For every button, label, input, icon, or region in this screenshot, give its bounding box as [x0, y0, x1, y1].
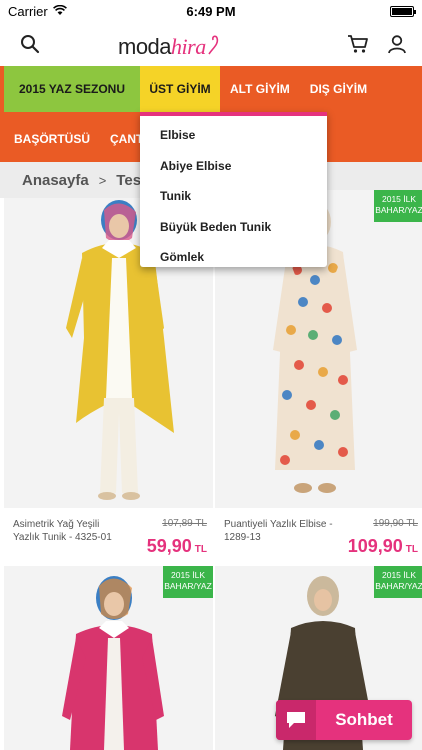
cart-icon[interactable]: [346, 32, 370, 56]
chat-button[interactable]: Sohbet: [276, 700, 412, 740]
product-name[interactable]: Puantiyeli Yazlık Elbise - 1289-13: [224, 518, 334, 544]
app-header: moda hira: [0, 22, 422, 66]
status-bar: Carrier 6:49 PM: [0, 0, 422, 22]
product-price: 109,90 TL: [348, 536, 418, 557]
breadcrumb-home[interactable]: Anasayfa: [22, 172, 89, 189]
user-icon[interactable]: [385, 32, 409, 56]
chat-label: Sohbet: [335, 710, 393, 729]
product-price: 59,90 TL: [147, 536, 207, 557]
product-price-value: 59,90: [146, 536, 192, 556]
nav-item-basortusu[interactable]: BAŞÖRTÜSÜ: [4, 116, 100, 162]
season-badge: 2015 İLK BAHAR/YAZ: [163, 566, 213, 598]
season-badge: 2015 İLK BAHAR/YAZ: [374, 190, 422, 222]
product-price-currency: TL: [194, 544, 207, 555]
ust-giyim-dropdown: Elbise Abiye Elbise Tunik Büyük Beden Tu…: [140, 112, 327, 267]
product-old-price: 107,89 TL: [162, 518, 207, 529]
logo-text-hira: hira: [171, 34, 206, 59]
product-price-value: 109,90: [347, 536, 403, 556]
logo-text-moda: moda: [118, 34, 172, 59]
nav-item-ust-giyim[interactable]: ÜST GİYİM: [140, 66, 220, 112]
nav-item-alt-giyim[interactable]: ALT GİYİM: [220, 66, 300, 112]
chat-icon: [276, 700, 316, 740]
dropdown-item-gomlek[interactable]: Gömlek: [140, 242, 327, 273]
search-icon[interactable]: [18, 32, 42, 56]
breadcrumb-current: Tes: [116, 171, 142, 189]
category-nav-row-1: 2015 YAZ SEZONU ÜST GİYİM ALT GİYİM DIŞ …: [4, 66, 377, 112]
nav-item-2015-yaz-sezonu[interactable]: 2015 YAZ SEZONU: [4, 66, 140, 112]
breadcrumb-separator: >: [98, 172, 107, 188]
product-price-currency: TL: [405, 544, 418, 555]
battery-icon: [390, 5, 416, 17]
nav-item-dis-giyim[interactable]: DIŞ GİYİM: [300, 66, 377, 112]
dropdown-item-abiye-elbise[interactable]: Abiye Elbise: [140, 151, 327, 182]
dropdown-item-buyuk-beden-tunik[interactable]: Büyük Beden Tunik: [140, 212, 327, 243]
season-badge: 2015 İLK BAHAR/YAZ: [374, 566, 422, 598]
product-card[interactable]: 2015 İLK BAHAR/YAZ: [4, 566, 213, 750]
brand-logo[interactable]: moda hira: [118, 30, 228, 60]
product-old-price: 199,90 TL: [373, 518, 418, 529]
dropdown-item-tunik[interactable]: Tunik: [140, 181, 327, 212]
logo-swirl-icon: [208, 35, 218, 55]
dropdown-item-elbise[interactable]: Elbise: [140, 120, 327, 151]
status-time: 6:49 PM: [186, 3, 236, 19]
product-name[interactable]: Asimetrik Yağ Yeşili Yazlık Tunik - 4325…: [13, 518, 123, 544]
